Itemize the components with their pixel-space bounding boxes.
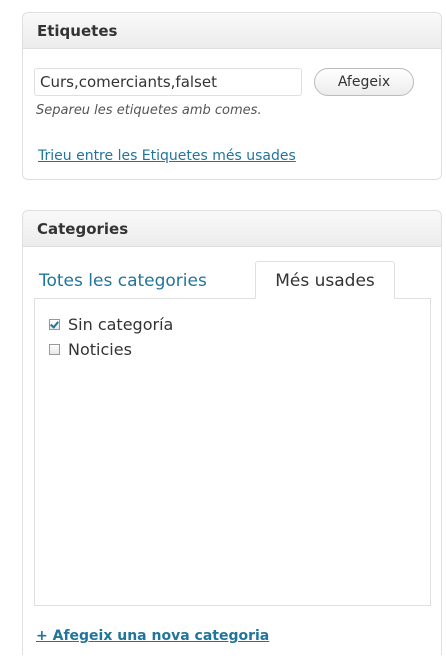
tags-box-title[interactable]: Etiquetes: [23, 13, 441, 49]
tag-hint: Separeu les etiquetes amb comes.: [36, 103, 262, 118]
categories-box: Categories Totes les categories Més usad…: [22, 210, 442, 655]
category-item-sin-categoria[interactable]: Sin categoría: [49, 313, 173, 335]
tags-box: Etiquetes Afegeix Separeu les etiquetes …: [22, 12, 442, 180]
tab-all-categories[interactable]: Totes les categories: [39, 271, 207, 291]
add-tag-button[interactable]: Afegeix: [314, 68, 414, 96]
category-item-noticies[interactable]: Noticies: [49, 338, 132, 360]
category-checkbox[interactable]: [49, 318, 60, 330]
categories-box-title[interactable]: Categories: [23, 211, 441, 247]
add-category-link[interactable]: + Afegeix una nova categoria: [36, 628, 269, 644]
tab-most-used[interactable]: Més usades: [255, 261, 395, 299]
tag-input[interactable]: [34, 68, 302, 96]
page: Etiquetes Afegeix Separeu les etiquetes …: [0, 0, 446, 658]
category-list-panel: Sin categoría Noticies: [34, 298, 431, 606]
category-checkbox[interactable]: [49, 343, 60, 355]
category-label: Sin categoría: [68, 314, 174, 334]
category-label: Noticies: [68, 339, 132, 359]
popular-tags-link[interactable]: Trieu entre les Etiquetes més usades: [38, 148, 296, 164]
